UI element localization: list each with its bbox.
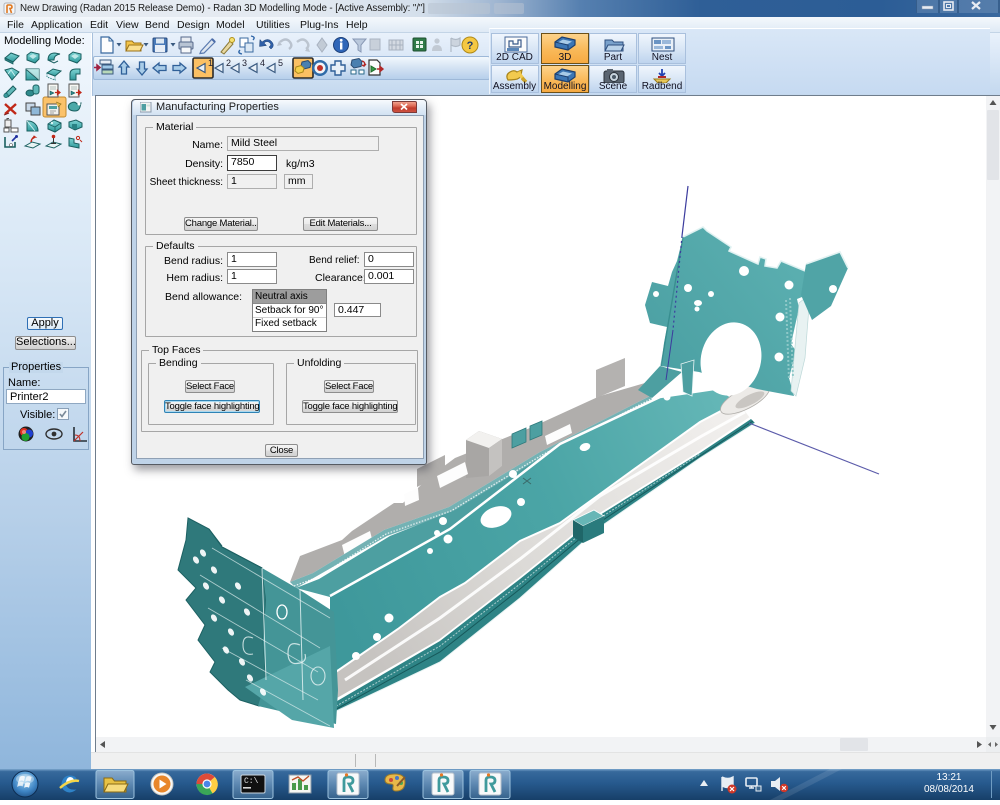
svg-text:C:\: C:\ <box>244 777 259 786</box>
svg-text:4: 4 <box>260 58 265 68</box>
svg-text:?: ? <box>467 40 474 52</box>
svg-text:2: 2 <box>226 58 231 68</box>
svg-text:1: 1 <box>208 58 213 68</box>
svg-text:3: 3 <box>242 58 247 68</box>
svg-text:5: 5 <box>278 58 283 68</box>
